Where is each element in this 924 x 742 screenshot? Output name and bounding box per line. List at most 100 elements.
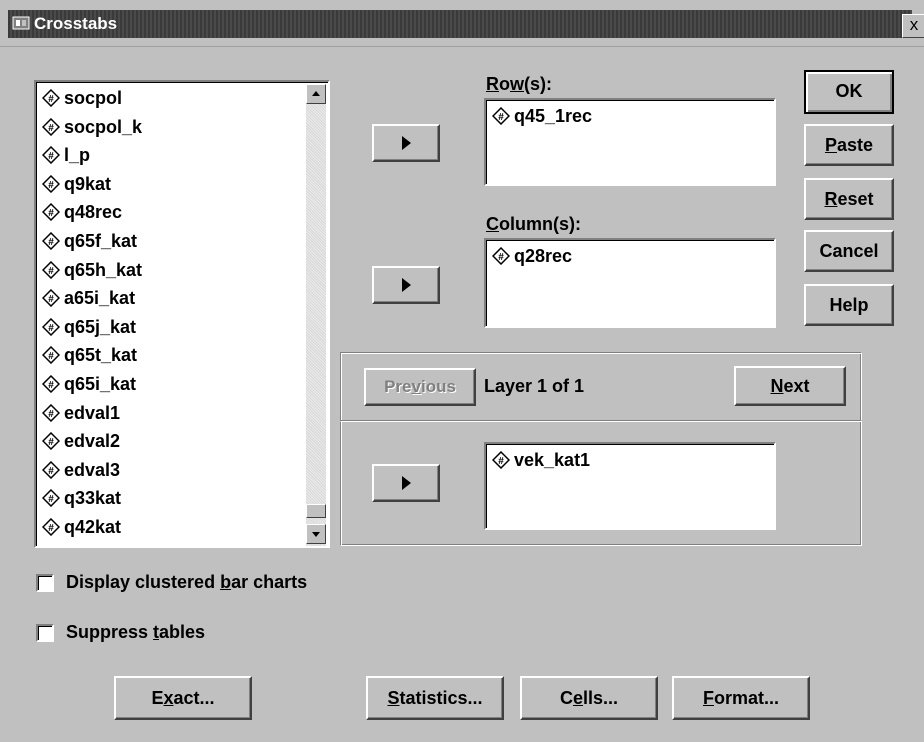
ok-button[interactable]: OK: [804, 70, 894, 114]
numeric-variable-icon: #: [42, 403, 60, 422]
svg-text:#: #: [48, 523, 54, 534]
cancel-button[interactable]: Cancel: [804, 230, 894, 272]
column-variable-name: q28rec: [514, 246, 573, 266]
clustered-bar-label: Display clustered bar charts: [66, 572, 308, 592]
rows-list[interactable]: # q45_1rec: [484, 98, 776, 186]
source-variable-list[interactable]: # socpol # socpol_k # l_p # q9kat # q48rec # q65f_k…: [34, 80, 330, 548]
scroll-up-button[interactable]: [306, 84, 326, 104]
numeric-variable-icon: #: [42, 117, 60, 136]
numeric-variable-icon: #: [492, 451, 510, 469]
svg-text:#: #: [48, 380, 54, 391]
list-item[interactable]: # q33kat: [42, 484, 121, 512]
list-item[interactable]: # socpol: [42, 84, 122, 112]
numeric-variable-icon: #: [42, 317, 60, 336]
list-item[interactable]: # q28rec: [492, 242, 572, 270]
variable-name: q65j_kat: [64, 316, 137, 337]
svg-text:#: #: [48, 437, 54, 448]
row-variable-name: q45_1rec: [514, 106, 593, 126]
list-item[interactable]: # q9kat: [42, 170, 111, 198]
svg-text:#: #: [498, 252, 504, 263]
ok-label: OK: [835, 81, 863, 101]
variable-name: socpol_k: [64, 116, 143, 137]
numeric-variable-icon: #: [42, 460, 60, 479]
variable-name: q33kat: [64, 488, 122, 509]
columns-label: Column(s):: [486, 214, 581, 234]
list-item[interactable]: # q65i_kat: [42, 370, 136, 398]
paste-button[interactable]: Paste: [804, 124, 894, 166]
title-bar-fill: [8, 10, 912, 38]
svg-text:#: #: [48, 466, 54, 477]
help-label: Help: [829, 295, 869, 315]
svg-text:#: #: [48, 123, 54, 134]
svg-text:#: #: [48, 237, 54, 248]
exact-button[interactable]: Exact...: [114, 676, 252, 720]
svg-text:#: #: [48, 94, 54, 105]
numeric-variable-icon: #: [42, 432, 60, 451]
move-to-columns-button[interactable]: [372, 266, 440, 304]
numeric-variable-icon: #: [42, 518, 60, 536]
variable-name: q65i_kat: [64, 374, 137, 394]
numeric-variable-icon: #: [492, 247, 510, 265]
app-icon: [12, 16, 30, 30]
list-item[interactable]: # q65j_kat: [42, 313, 136, 341]
right-arrow-icon: [402, 476, 411, 490]
numeric-variable-icon: #: [42, 89, 60, 107]
list-item[interactable]: # q65h_kat: [42, 256, 142, 284]
variable-name: q42kat: [64, 517, 122, 537]
svg-text:#: #: [48, 494, 54, 505]
list-item[interactable]: # vek_kat1: [492, 446, 590, 474]
reset-button[interactable]: Reset: [804, 178, 894, 220]
list-item[interactable]: # q65f_kat: [42, 227, 137, 255]
variable-name: q48rec: [64, 202, 123, 223]
svg-text:#: #: [48, 323, 54, 334]
right-arrow-icon: [402, 136, 411, 150]
list-item[interactable]: # q45_1rec: [492, 102, 592, 130]
cells-button[interactable]: Cells...: [520, 676, 658, 720]
variable-name: q65t_kat: [64, 345, 138, 366]
scroll-up-icon: [312, 91, 320, 96]
list-item[interactable]: # q48rec: [42, 198, 122, 226]
suppress-tables-checkbox[interactable]: [36, 624, 54, 642]
numeric-variable-icon: #: [42, 203, 60, 222]
list-item[interactable]: # q65t_kat: [42, 341, 137, 369]
variable-name: a65i_kat: [64, 288, 136, 309]
layer-variable-name: vek_kat1: [514, 450, 591, 470]
statistics-button[interactable]: Statistics...: [366, 676, 504, 720]
list-item[interactable]: # socpol_k: [42, 113, 142, 141]
columns-list[interactable]: # q28rec: [484, 238, 776, 328]
scroll-down-icon: [312, 532, 320, 537]
numeric-variable-icon: #: [42, 232, 60, 250]
list-item[interactable]: # edval2: [42, 427, 120, 455]
svg-text:#: #: [48, 266, 54, 277]
scroll-down-button[interactable]: [306, 524, 326, 544]
variable-name: q9kat: [64, 173, 112, 194]
svg-text:#: #: [48, 180, 54, 191]
close-button[interactable]: x: [902, 14, 924, 38]
format-button[interactable]: Format...: [672, 676, 810, 720]
vertical-scrollbar[interactable]: [306, 84, 326, 546]
layer-status: Layer 1 of 1: [484, 376, 585, 396]
previous-button[interactable]: Previous: [364, 368, 476, 406]
crosstabs-dialog: Crosstabs x # socpol # socpol_k # l_p # q9kat # q…: [0, 0, 924, 742]
move-to-layer-button[interactable]: [372, 464, 440, 502]
list-item[interactable]: # edval1: [42, 399, 120, 427]
next-button[interactable]: Next: [734, 366, 846, 406]
variable-name: l_p: [64, 145, 91, 166]
cancel-label: Cancel: [819, 241, 879, 261]
list-item[interactable]: # l_p: [42, 141, 90, 169]
help-button[interactable]: Help: [804, 284, 894, 326]
numeric-variable-icon: #: [492, 107, 510, 125]
clustered-bar-checkbox[interactable]: [36, 574, 54, 592]
list-item[interactable]: # a65i_kat: [42, 284, 135, 312]
title-bar: Crosstabs x: [0, 0, 924, 47]
layer-list[interactable]: # vek_kat1: [484, 442, 776, 530]
move-to-rows-button[interactable]: [372, 124, 440, 162]
list-item[interactable]: # q42kat: [42, 513, 121, 541]
close-icon: x: [909, 15, 919, 34]
scroll-thumb[interactable]: [306, 504, 326, 518]
list-item[interactable]: # edval3: [42, 456, 120, 484]
layer-divider: [340, 420, 862, 422]
variable-name: q65h_kat: [64, 259, 143, 280]
numeric-variable-icon: #: [42, 260, 60, 279]
variable-name: socpol: [64, 88, 123, 108]
